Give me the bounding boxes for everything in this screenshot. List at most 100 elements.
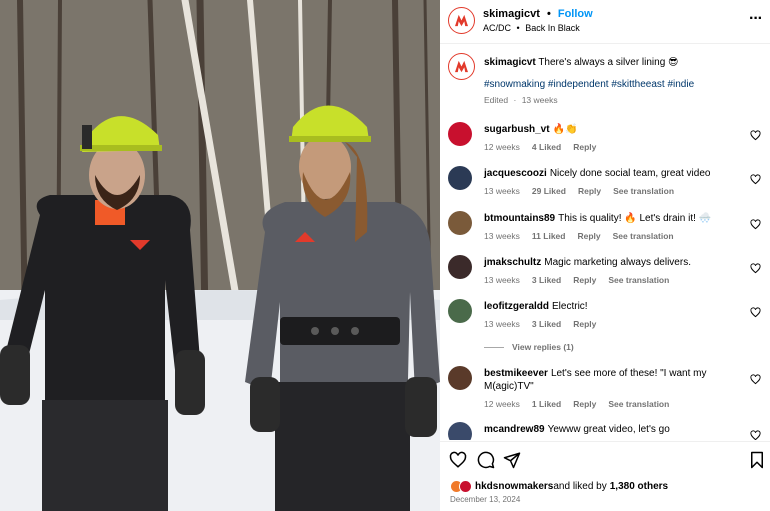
- comment-text: This is quality! 🔥 Let's drain it! 🌨️: [558, 213, 712, 224]
- commenter-avatar[interactable]: [448, 255, 472, 279]
- comment-likes[interactable]: 11 Liked: [532, 231, 566, 241]
- comment-likes[interactable]: 4 Liked: [532, 142, 561, 152]
- comment-text: 🔥👏: [552, 124, 578, 135]
- comment-text: Magic marketing always delivers.: [544, 257, 691, 268]
- likes-count[interactable]: 1,380 others: [610, 481, 668, 492]
- comment-reply-button[interactable]: Reply: [573, 319, 596, 329]
- author-username[interactable]: skimagicvt: [483, 8, 540, 20]
- comment-text-line: btmountains89 This is quality! 🔥 Let's dr…: [484, 212, 744, 225]
- post-sidebar: skimagicvt • Follow AC/DC • Back In Blac…: [440, 0, 770, 511]
- post-date: December 13, 2024: [450, 495, 521, 504]
- comment-reply-button[interactable]: Reply: [578, 186, 601, 196]
- person-right: [245, 105, 440, 511]
- commenter-avatar[interactable]: [448, 211, 472, 235]
- comment-meta: 13 weeks 11 Liked Reply See translation: [484, 231, 744, 241]
- comment-like-heart-icon[interactable]: [750, 174, 761, 185]
- comment-text: Electric!: [552, 301, 588, 312]
- comment-meta: 12 weeks 4 Liked Reply: [484, 142, 744, 152]
- comment-age: 12 weeks: [484, 142, 520, 152]
- comment-text-line: jacquescoozi Nicely done social team, gre…: [484, 167, 744, 180]
- view-replies-button[interactable]: View replies (1): [484, 342, 574, 352]
- comment-username[interactable]: sugarbush_vt: [484, 124, 550, 135]
- post-media[interactable]: [0, 0, 440, 511]
- comment-reply-button[interactable]: Reply: [573, 142, 596, 152]
- comment-username[interactable]: mcandrew89: [484, 424, 545, 435]
- person-left: [0, 116, 205, 511]
- share-send-icon[interactable]: [503, 451, 521, 469]
- comment-like-heart-icon[interactable]: [750, 430, 761, 440]
- see-translation-button[interactable]: See translation: [613, 231, 674, 241]
- comment-text-line: jmakschultz Magic marketing always delive…: [484, 256, 744, 269]
- author-username-line: skimagicvt • Follow: [483, 8, 593, 20]
- caption-meta: Edited · 13 weeks: [484, 95, 558, 105]
- commenter-avatar[interactable]: [448, 422, 472, 440]
- comment-text-line: sugarbush_vt 🔥👏: [484, 123, 744, 136]
- commenter-avatar[interactable]: [448, 366, 472, 390]
- audio-song: Back In Black: [525, 23, 580, 33]
- follow-button[interactable]: Follow: [558, 8, 593, 20]
- see-translation-button[interactable]: See translation: [608, 275, 669, 285]
- comments-section[interactable]: skimagicvt There's always a silver linin…: [440, 44, 770, 440]
- comment-text: Nicely done social team, great video: [549, 168, 711, 179]
- comment-like-heart-icon[interactable]: [750, 263, 761, 274]
- post-actions: hkdsnowmakers and liked by 1,380 others …: [440, 441, 770, 511]
- author-avatar[interactable]: [448, 7, 475, 34]
- comment-like-heart-icon[interactable]: [750, 307, 761, 318]
- replies-divider: [484, 347, 504, 349]
- commenter-avatar[interactable]: [448, 299, 472, 323]
- comment-username[interactable]: bestmikeever: [484, 368, 548, 379]
- comment-like-heart-icon[interactable]: [750, 374, 761, 385]
- comment-text: Yewww great video, let's go: [547, 424, 670, 435]
- comment-meta: 13 weeks 3 Liked Reply See translation: [484, 275, 744, 285]
- see-translation-button[interactable]: See translation: [608, 399, 669, 409]
- caption-avatar[interactable]: [448, 53, 475, 80]
- comment-meta: 13 weeks 29 Liked Reply See translation: [484, 186, 744, 196]
- comment-like-heart-icon[interactable]: [750, 130, 761, 141]
- caption-username[interactable]: skimagicvt: [484, 57, 536, 68]
- comment-likes[interactable]: 3 Liked: [532, 319, 561, 329]
- comment-username[interactable]: btmountains89: [484, 213, 555, 224]
- more-options-icon[interactable]: ···: [749, 10, 763, 28]
- caption-hashtags[interactable]: #snowmaking #independent #skittheeast #i…: [484, 79, 744, 90]
- commenter-avatar[interactable]: [448, 166, 472, 190]
- comment-meta: 13 weeks 3 Liked Reply: [484, 319, 744, 329]
- comment-reply-button[interactable]: Reply: [573, 399, 596, 409]
- comment-age: 13 weeks: [484, 186, 520, 196]
- view-replies-label: View replies (1): [512, 342, 574, 352]
- comment-text-line: mcandrew89 Yewww great video, let's go: [484, 423, 744, 436]
- comment-age: 13 weeks: [484, 275, 520, 285]
- comment-age: 12 weeks: [484, 399, 520, 409]
- commenter-avatar[interactable]: [448, 122, 472, 146]
- post-header: skimagicvt • Follow AC/DC • Back In Blac…: [440, 0, 770, 44]
- magic-logo-icon: [455, 14, 468, 27]
- caption-text: There's always a silver lining 😎: [538, 57, 679, 68]
- audio-attribution[interactable]: AC/DC • Back In Black: [483, 23, 580, 33]
- header-separator: •: [546, 8, 551, 20]
- audio-separator: •: [516, 23, 520, 33]
- caption-text-line: skimagicvt There's always a silver linin…: [484, 56, 744, 69]
- comment-likes[interactable]: 1 Liked: [532, 399, 561, 409]
- comment-reply-button[interactable]: Reply: [573, 275, 596, 285]
- save-bookmark-icon[interactable]: [748, 451, 766, 469]
- comment-reply-button[interactable]: Reply: [577, 231, 600, 241]
- comment-age: 13 weeks: [484, 231, 520, 241]
- comment-bubble-icon[interactable]: [477, 451, 495, 469]
- comment-like-heart-icon[interactable]: [750, 219, 761, 230]
- comment-username[interactable]: jmakschultz: [484, 257, 541, 268]
- caption-age: 13 weeks: [521, 95, 558, 105]
- comment-text-line: bestmikeever Let's see more of these! "I …: [484, 367, 744, 393]
- like-heart-icon[interactable]: [449, 451, 467, 469]
- comment-username[interactable]: jacquescoozi: [484, 168, 547, 179]
- caption-edited: Edited: [484, 95, 509, 105]
- audio-artist: AC/DC: [483, 23, 512, 33]
- comment-meta: 12 weeks 1 Liked Reply See translation: [484, 399, 744, 409]
- comment-likes[interactable]: 29 Liked: [532, 186, 566, 196]
- see-translation-button[interactable]: See translation: [613, 186, 674, 196]
- liker-avatar-icon: [459, 480, 472, 493]
- liked-by-user[interactable]: hkdsnowmakers: [475, 481, 553, 492]
- comment-age: 13 weeks: [484, 319, 520, 329]
- comment-username[interactable]: leofitzgeraldd: [484, 301, 549, 312]
- likes-summary[interactable]: hkdsnowmakers and liked by 1,380 others: [450, 480, 668, 493]
- comment-likes[interactable]: 3 Liked: [532, 275, 561, 285]
- magic-logo-icon: [455, 60, 468, 73]
